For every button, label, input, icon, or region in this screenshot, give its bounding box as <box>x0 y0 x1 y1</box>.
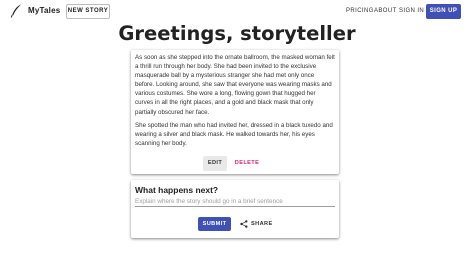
nav-sign-in-link[interactable]: SIGN IN <box>399 8 424 14</box>
story-paragraph: She spotted the man who had invited her,… <box>135 121 333 147</box>
submit-button[interactable]: SUBMIT <box>198 217 231 231</box>
story-text: As soon as she stepped into the ornate b… <box>135 53 335 152</box>
page-title: Greetings, storyteller <box>118 22 356 45</box>
quill-pen-icon[interactable] <box>10 4 22 18</box>
new-story-button[interactable]: NEW STORY <box>66 4 110 19</box>
delete-button[interactable]: DELETE <box>233 156 261 171</box>
next-step-input[interactable] <box>135 196 335 207</box>
share-button[interactable]: SHARE <box>237 217 273 231</box>
brand-name[interactable]: MyTales <box>28 6 60 15</box>
app-header: MyTales NEW STORY PRICING ABOUT SIGN IN … <box>0 0 474 24</box>
story-card: As soon as she stepped into the ornate b… <box>131 50 339 174</box>
edit-button[interactable]: EDIT <box>203 156 227 171</box>
nav-about-link[interactable]: ABOUT <box>374 8 397 14</box>
story-paragraph: As soon as she stepped into the ornate b… <box>135 54 335 116</box>
share-icon <box>240 220 248 228</box>
next-step-card: What happens next? SUBMIT SHARE <box>131 180 339 238</box>
next-step-title: What happens next? <box>135 185 219 195</box>
nav-pricing-link[interactable]: PRICING <box>346 8 374 14</box>
sign-up-button[interactable]: SIGN UP <box>426 4 461 19</box>
share-label: SHARE <box>251 221 273 227</box>
